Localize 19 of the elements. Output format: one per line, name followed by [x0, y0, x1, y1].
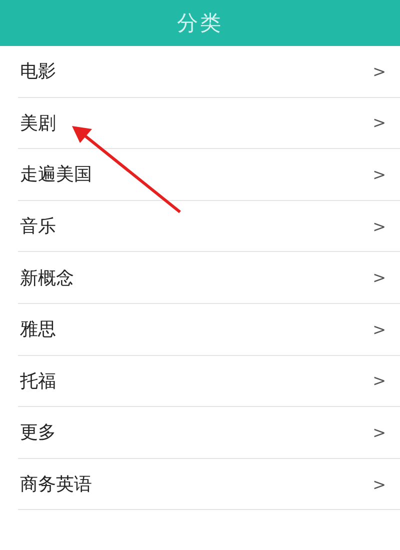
chevron-icon: > [372, 62, 386, 81]
category-item[interactable]: 商务英语 > [18, 458, 400, 510]
chevron-icon: > [372, 320, 386, 339]
category-item[interactable]: 新概念 > [18, 252, 400, 303]
category-item[interactable]: 雅思 > [18, 304, 400, 355]
category-item[interactable]: 更多 > [18, 407, 400, 458]
chevron-icon: > [372, 474, 386, 494]
category-item[interactable]: 音乐 > [18, 200, 400, 252]
category-item[interactable]: 走遍美国 > [18, 149, 400, 200]
chevron-icon: > [372, 268, 386, 288]
category-item[interactable]: 美剧 > [18, 98, 400, 148]
header-title: 分类 [177, 10, 223, 37]
category-item[interactable]: 电影 > [18, 46, 400, 97]
chevron-icon: > [372, 422, 386, 442]
chevron-icon: > [372, 216, 386, 236]
chevron-icon: > [372, 113, 386, 132]
category-item[interactable]: 托福 > [18, 356, 400, 406]
chevron-icon: > [372, 164, 386, 184]
chevron-icon: > [372, 371, 386, 390]
